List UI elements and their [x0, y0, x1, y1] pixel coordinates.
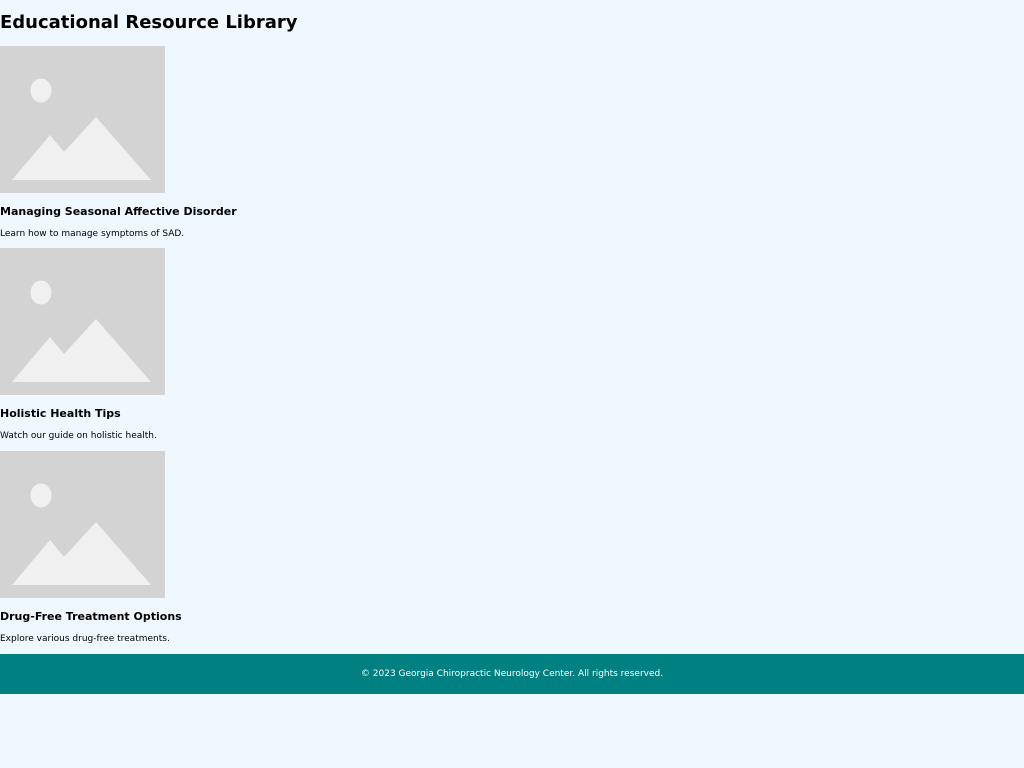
footer-copyright: © 2023 Georgia Chiropractic Neurology Ce…	[360, 669, 664, 679]
resource-title[interactable]: Holistic Health Tips	[0, 406, 121, 422]
image-placeholder-icon[interactable]	[0, 451, 165, 598]
image-placeholder-icon[interactable]	[0, 46, 165, 193]
resource-title[interactable]: Managing Seasonal Affective Disorder	[0, 204, 237, 220]
resource-card: Holistic Health Tips Watch our guide on …	[0, 248, 400, 441]
resource-card: Managing Seasonal Affective Disorder Lea…	[0, 46, 400, 239]
resource-description: Explore various drug-free treatments.	[0, 634, 170, 644]
image-placeholder-icon[interactable]	[0, 248, 165, 395]
resource-description: Learn how to manage symptoms of SAD.	[0, 229, 185, 239]
resource-card: Drug-Free Treatment Options Explore vari…	[0, 451, 400, 644]
page-title: Educational Resource Library	[0, 12, 298, 33]
resource-title[interactable]: Drug-Free Treatment Options	[0, 609, 182, 625]
resource-description: Watch our guide on holistic health.	[0, 431, 157, 441]
footer: © 2023 Georgia Chiropractic Neurology Ce…	[0, 654, 1024, 694]
